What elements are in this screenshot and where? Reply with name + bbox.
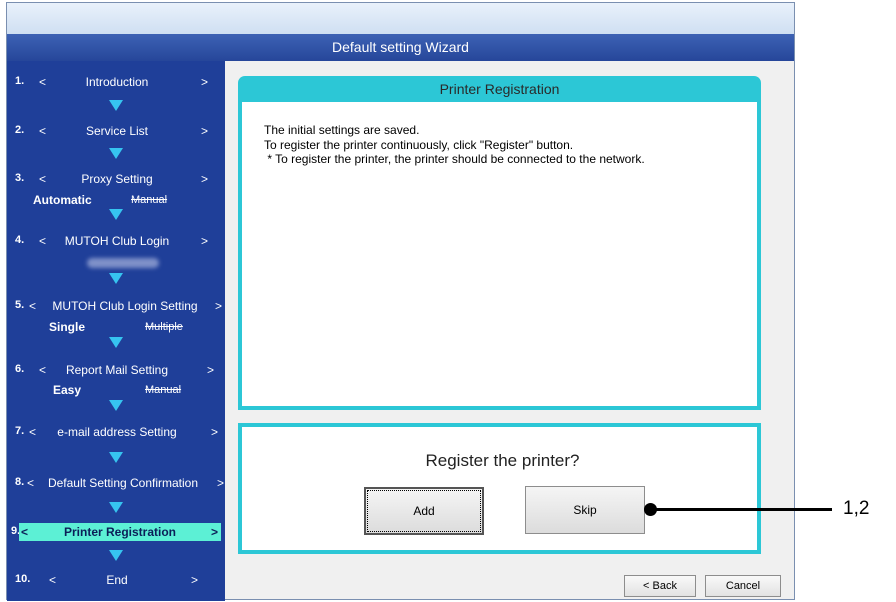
back-button[interactable]: < Back — [624, 575, 696, 597]
step-arrow-icon — [109, 400, 123, 411]
step-printer-registration: < Printer Registration > — [19, 523, 221, 541]
step-introduction: 1. < Introduction > — [15, 75, 209, 89]
step-arrow-icon — [109, 273, 123, 284]
step-proxy-setting: 3. < Proxy Setting > — [15, 172, 209, 186]
register-panel — [238, 423, 761, 554]
step-arrow-icon — [109, 550, 123, 561]
mail-option-easy: Easy — [53, 383, 82, 397]
proxy-option-manual: Manual — [131, 194, 168, 206]
step-arrow-icon — [109, 148, 123, 159]
step-default-setting-confirmation: 8. < Default Setting Confirmation > — [15, 476, 225, 490]
skip-button[interactable]: Skip — [525, 486, 645, 534]
login-option-multiple: Multiple — [145, 321, 183, 333]
register-question: Register the printer? — [425, 451, 580, 470]
cancel-button[interactable]: Cancel — [705, 575, 781, 597]
step-mutoh-club-login: 4. < MUTOH Club Login > — [15, 234, 209, 248]
mail-option-manual: Manual — [145, 384, 182, 396]
steps-sidebar: 1. < Introduction > 2. < Service List > … — [7, 61, 225, 601]
callout-label: 1,2 — [843, 498, 870, 519]
step-email-address-setting: 7. < e-mail address Setting > — [15, 425, 219, 439]
step-arrow-icon — [109, 452, 123, 463]
step-arrow-icon — [109, 502, 123, 513]
add-button[interactable]: Add — [364, 487, 484, 535]
message-text: The initial settings are saved. To regis… — [264, 123, 645, 166]
title-bar — [7, 3, 794, 34]
step-arrow-icon — [109, 337, 123, 348]
step-service-list: 2. < Service List > — [15, 124, 209, 138]
login-option-single: Single — [49, 320, 86, 334]
wizard-title: Default setting Wizard — [7, 34, 794, 61]
step-end: 10. < End > — [15, 573, 199, 587]
callout-line — [652, 508, 832, 511]
step-mutoh-club-login-setting: 5. < MUTOH Club Login Setting > — [15, 299, 223, 313]
step-arrow-icon — [109, 100, 123, 111]
blurred-login-status — [87, 258, 159, 268]
step-arrow-icon — [109, 209, 123, 220]
proxy-option-automatic: Automatic — [33, 193, 92, 207]
step-report-mail-setting: 6. < Report Mail Setting > — [15, 363, 215, 377]
